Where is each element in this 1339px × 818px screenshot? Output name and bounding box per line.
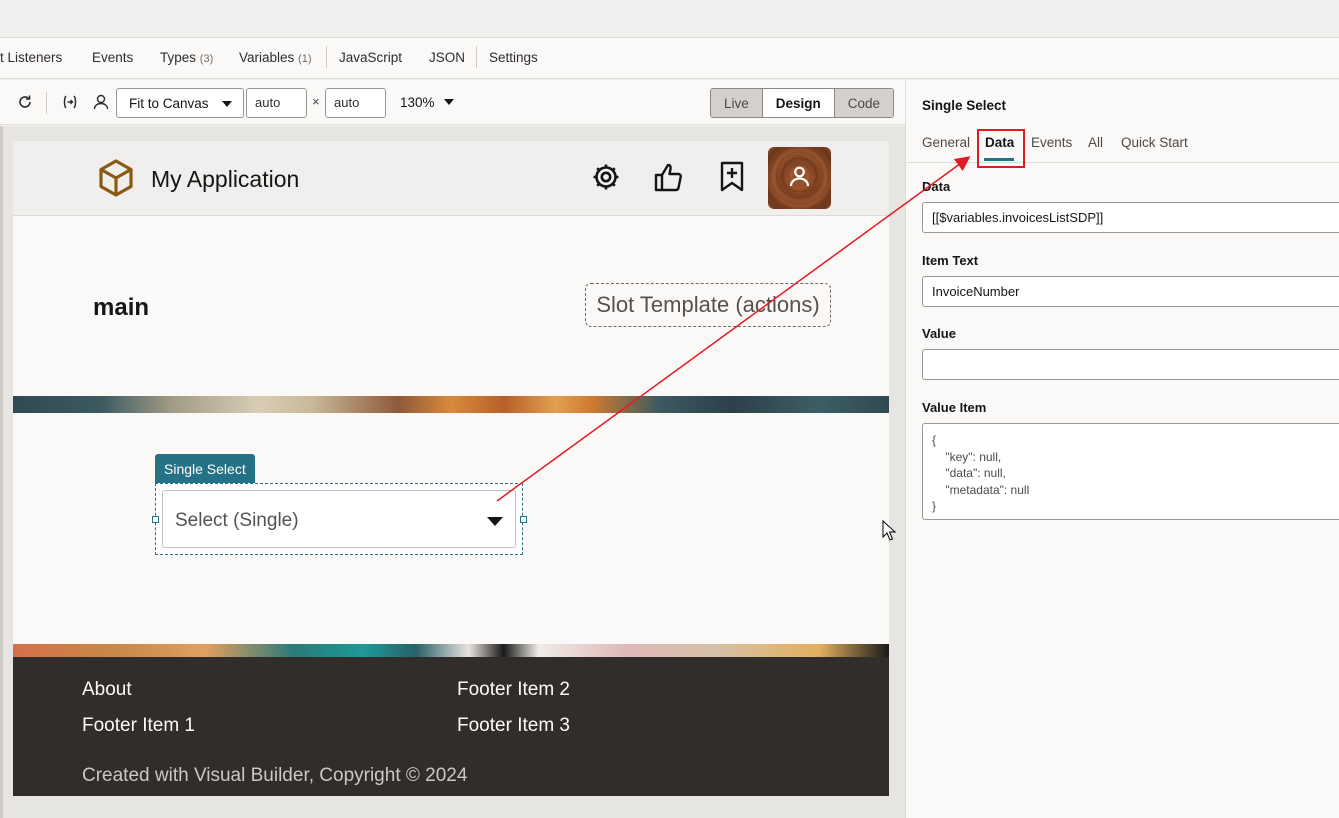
item-text-label: Item Text: [922, 253, 979, 268]
decorative-banner-bottom: [13, 644, 889, 657]
tab-label: Events: [92, 50, 134, 65]
title-bar: [0, 0, 1339, 38]
resize-handle-left[interactable]: [152, 516, 159, 523]
user-icon: [786, 163, 813, 190]
single-select-placeholder: Select (Single): [175, 510, 299, 531]
single-select-component[interactable]: Select (Single): [152, 483, 527, 555]
decorative-banner-top: [13, 396, 889, 413]
page-preview: My Application main Slot Template (actio…: [13, 141, 889, 796]
chevron-down-icon: [222, 101, 232, 107]
tab-label: Settings: [489, 50, 538, 65]
app-header: My Application: [13, 141, 889, 216]
canvas-edge: [0, 126, 3, 818]
tab-variables[interactable]: Variables (1): [239, 50, 312, 65]
tab-types[interactable]: Types (3): [160, 50, 213, 65]
user-avatar[interactable]: [768, 147, 831, 209]
component-badge[interactable]: Single Select: [155, 454, 255, 483]
properties-tab-general[interactable]: General: [922, 135, 970, 150]
tab-count: (3): [199, 53, 214, 65]
tab-event-listeners[interactable]: t Listeners: [0, 50, 62, 65]
properties-title: Single Select: [922, 98, 1007, 113]
fit-to-canvas-select[interactable]: Fit to Canvas: [116, 88, 244, 118]
divider: [326, 46, 327, 68]
tab-count: (1): [298, 53, 312, 65]
item-text-input-value: InvoiceNumber: [932, 284, 1020, 299]
slot-template-actions[interactable]: Slot Template (actions): [585, 283, 831, 327]
tab-json[interactable]: JSON: [429, 50, 465, 65]
app-title: My Application: [151, 166, 300, 192]
app-logo-icon: [96, 158, 136, 198]
item-text-input[interactable]: InvoiceNumber: [922, 276, 1339, 307]
bookmark-add-icon[interactable]: [715, 160, 749, 194]
zoom-chevron-down-icon[interactable]: [444, 99, 454, 105]
data-label: Data: [922, 179, 951, 194]
canvas-height-input[interactable]: auto: [325, 88, 386, 118]
tab-label: JSON: [429, 50, 466, 65]
resize-handle-right[interactable]: [520, 516, 527, 523]
user-role-icon[interactable]: [91, 92, 111, 112]
properties-tab-all[interactable]: All: [1088, 135, 1103, 150]
thumbs-up-icon[interactable]: [652, 160, 686, 194]
code-mode-button[interactable]: Code: [834, 89, 894, 117]
canvas-height-value: auto: [334, 95, 360, 110]
properties-panel: Single Select General Data Events All Qu…: [905, 80, 1339, 818]
designer-toolbar: Fit to Canvas auto × auto 130% Live Desi…: [0, 80, 905, 125]
tab-label: JavaScript: [339, 50, 403, 65]
canvas-width-input[interactable]: auto: [246, 88, 307, 118]
canvas-width-value: auto: [255, 95, 281, 110]
data-input[interactable]: [[$variables.invoicesListSDP]]: [922, 202, 1339, 233]
divider: [46, 92, 47, 114]
tab-label: Types: [160, 50, 197, 65]
component-badge-label: Single Select: [164, 460, 246, 477]
tab-events[interactable]: Events: [92, 50, 133, 65]
value-item-textarea[interactable]: { "key": null, "data": null, "metadata":…: [922, 423, 1339, 520]
variable-binding-icon[interactable]: [60, 92, 80, 112]
footer-link-item-2[interactable]: Footer Item 2: [457, 679, 570, 701]
caret-down-icon[interactable]: [487, 517, 503, 526]
properties-tab-quick-start[interactable]: Quick Start: [1121, 135, 1188, 150]
tabs-divider: [906, 162, 1339, 163]
fit-to-canvas-label: Fit to Canvas: [129, 95, 209, 111]
divider: [476, 46, 477, 68]
footer-link-item-1[interactable]: Footer Item 1: [82, 715, 195, 737]
mouse-cursor-icon: [882, 519, 897, 547]
tab-javascript[interactable]: JavaScript: [339, 50, 402, 65]
settings-gear-icon[interactable]: [589, 160, 623, 194]
design-mode-button[interactable]: Design: [762, 89, 835, 117]
footer-link-item-3[interactable]: Footer Item 3: [457, 715, 570, 737]
dimension-separator: ×: [312, 94, 320, 109]
tab-label: Variables: [239, 50, 295, 65]
footer-link-about[interactable]: About: [82, 679, 132, 701]
tab-settings[interactable]: Settings: [489, 50, 538, 65]
editor-tabs: t Listeners Events Types (3) Variables (…: [0, 38, 1339, 79]
view-mode-switch: Live Design Code: [710, 88, 895, 118]
tab-label: t Listeners: [0, 50, 63, 65]
visual-builder-window: t Listeners Events Types (3) Variables (…: [0, 0, 1339, 818]
value-item-label: Value Item: [922, 400, 987, 415]
value-input[interactable]: [922, 349, 1339, 380]
value-label: Value: [922, 326, 956, 341]
app-footer: About Footer Item 1 Footer Item 2 Footer…: [13, 657, 889, 796]
data-input-value: [[$variables.invoicesListSDP]]: [932, 210, 1104, 225]
single-select-input[interactable]: Select (Single): [162, 490, 516, 548]
annotation-highlight-box: [977, 129, 1025, 168]
page-heading: main: [93, 294, 150, 321]
slot-template-label: Slot Template (actions): [596, 292, 820, 317]
zoom-level[interactable]: 130%: [400, 95, 435, 110]
properties-tab-events[interactable]: Events: [1031, 135, 1072, 150]
live-mode-button[interactable]: Live: [711, 89, 763, 117]
refresh-icon[interactable]: [15, 92, 35, 112]
footer-copyright: Created with Visual Builder, Copyright ©…: [82, 765, 468, 786]
